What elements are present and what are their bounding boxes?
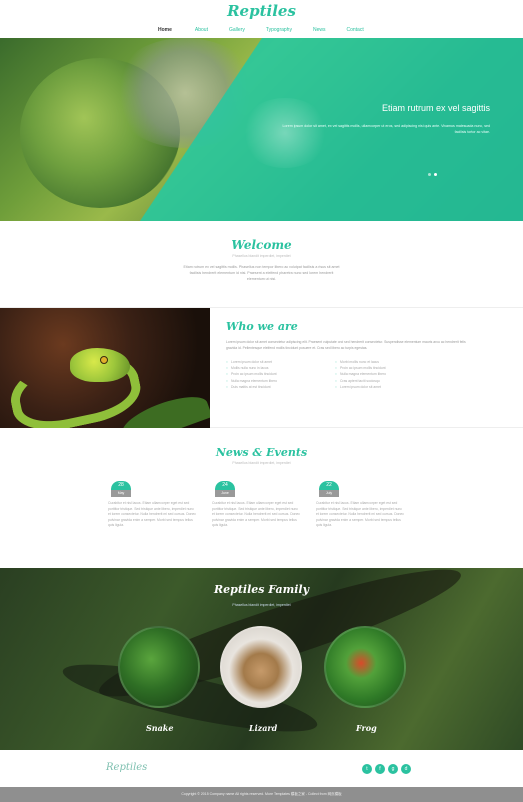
who-text: Lorem ipsum dolor sit amet consectetur a… (226, 340, 466, 350)
snake-thumbnail[interactable] (118, 626, 200, 708)
date-day: 22 (319, 481, 339, 490)
event-item: 24 June Curabitur et nisl lacus. Etiam u… (212, 481, 300, 529)
news-title: News & Events (215, 446, 308, 459)
hero-slider: Etiam rutrum ex vel sagittis Lorem ipsum… (0, 38, 523, 221)
snake-head (70, 348, 130, 382)
slider-dots (428, 173, 437, 176)
hero-text: Lorem ipsum dolor sit amet, ex vel sagit… (282, 124, 490, 134)
site-footer: Reptiles t f g d (0, 750, 523, 787)
google-plus-icon[interactable]: g (388, 764, 398, 774)
main-nav: Home About Gallery Typography News Conta… (158, 27, 364, 33)
date-badge: 22 July (319, 481, 339, 497)
nav-gallery[interactable]: Gallery (229, 27, 245, 33)
twitter-icon[interactable]: t (362, 764, 372, 774)
social-links: t f g d (362, 764, 411, 774)
lizard-thumbnail[interactable] (220, 626, 302, 708)
welcome-title: Welcome (231, 238, 292, 252)
nav-home[interactable]: Home (158, 27, 172, 33)
facebook-icon[interactable]: f (375, 764, 385, 774)
nav-news[interactable]: News (313, 27, 326, 33)
slider-dot-active[interactable] (434, 173, 437, 176)
nav-contact[interactable]: Contact (346, 27, 363, 33)
events-list: 28 May Curabitur et nisl lacus. Etiam ul… (108, 481, 404, 529)
welcome-section: Welcome Phasellus blandit imperdiet, imp… (0, 221, 523, 307)
snake-photo (0, 308, 210, 429)
who-list-right: Morbi mollis nunc et lacus Proin ac ipsu… (335, 359, 386, 390)
site-header: Reptiles Home About Gallery Typography N… (0, 0, 523, 38)
date-badge: 28 May (111, 481, 131, 497)
date-month: July (319, 490, 339, 497)
date-day: 24 (215, 481, 235, 490)
snake-eye (100, 356, 108, 364)
welcome-text: Etiam rutrum ex vel sagittis mollis. Pha… (183, 265, 340, 281)
snake-label[interactable]: Snake (146, 723, 173, 733)
news-events-section: News & Events Phasellus blandit imperdie… (0, 428, 523, 568)
who-content: Who we are Lorem ipsum dolor sit amet co… (226, 308, 506, 390)
slider-dot[interactable] (428, 173, 431, 176)
news-subtitle: Phasellus blandit imperdiet, imperdiet (232, 461, 291, 465)
event-item: 22 July Curabitur et nisl lacus. Etiam u… (316, 481, 404, 529)
family-subtitle: Phasellus blandit imperdiet, imperdiet (232, 603, 291, 607)
reptiles-family-section: Reptiles Family Phasellus blandit imperd… (0, 568, 523, 750)
who-list-left: Lorem ipsum dolor sit amet Mollis nulla … (226, 359, 277, 390)
date-month: June (215, 490, 235, 497)
date-badge: 24 June (215, 481, 235, 497)
nav-typography[interactable]: Typography (266, 27, 292, 33)
who-lists: Lorem ipsum dolor sit amet Mollis nulla … (226, 359, 506, 390)
site-logo[interactable]: Reptiles (0, 2, 523, 20)
date-day: 28 (111, 481, 131, 490)
who-we-are-section: Who we are Lorem ipsum dolor sit amet co… (0, 307, 523, 429)
lizard-label[interactable]: Lizard (249, 723, 277, 733)
list-item: Lorem ipsum dolor sit amet (335, 384, 386, 390)
dribbble-icon[interactable]: d (401, 764, 411, 774)
nav-about[interactable]: About (195, 27, 208, 33)
welcome-subtitle: Phasellus blandit imperdiet, imperdiet (232, 254, 291, 258)
frog-label[interactable]: Frog (356, 723, 377, 733)
list-item: Duis mattis at est tincidunt (226, 384, 277, 390)
family-title: Reptiles Family (213, 583, 309, 596)
event-text: Curabitur et nisl lacus. Etiam ullamcorp… (108, 501, 197, 527)
frog-thumbnail[interactable] (324, 626, 406, 708)
hero-title: Etiam rutrum ex vel sagittis (381, 103, 490, 113)
event-item: 28 May Curabitur et nisl lacus. Etiam ul… (108, 481, 196, 529)
event-text: Curabitur et nisl lacus. Etiam ullamcorp… (316, 501, 405, 527)
who-title: Who we are (226, 320, 298, 333)
date-month: May (111, 490, 131, 497)
copyright-bar: Copyright © 2015 Company name All rights… (0, 787, 523, 802)
event-text: Curabitur et nisl lacus. Etiam ullamcorp… (212, 501, 301, 527)
footer-logo[interactable]: Reptiles (106, 762, 147, 773)
